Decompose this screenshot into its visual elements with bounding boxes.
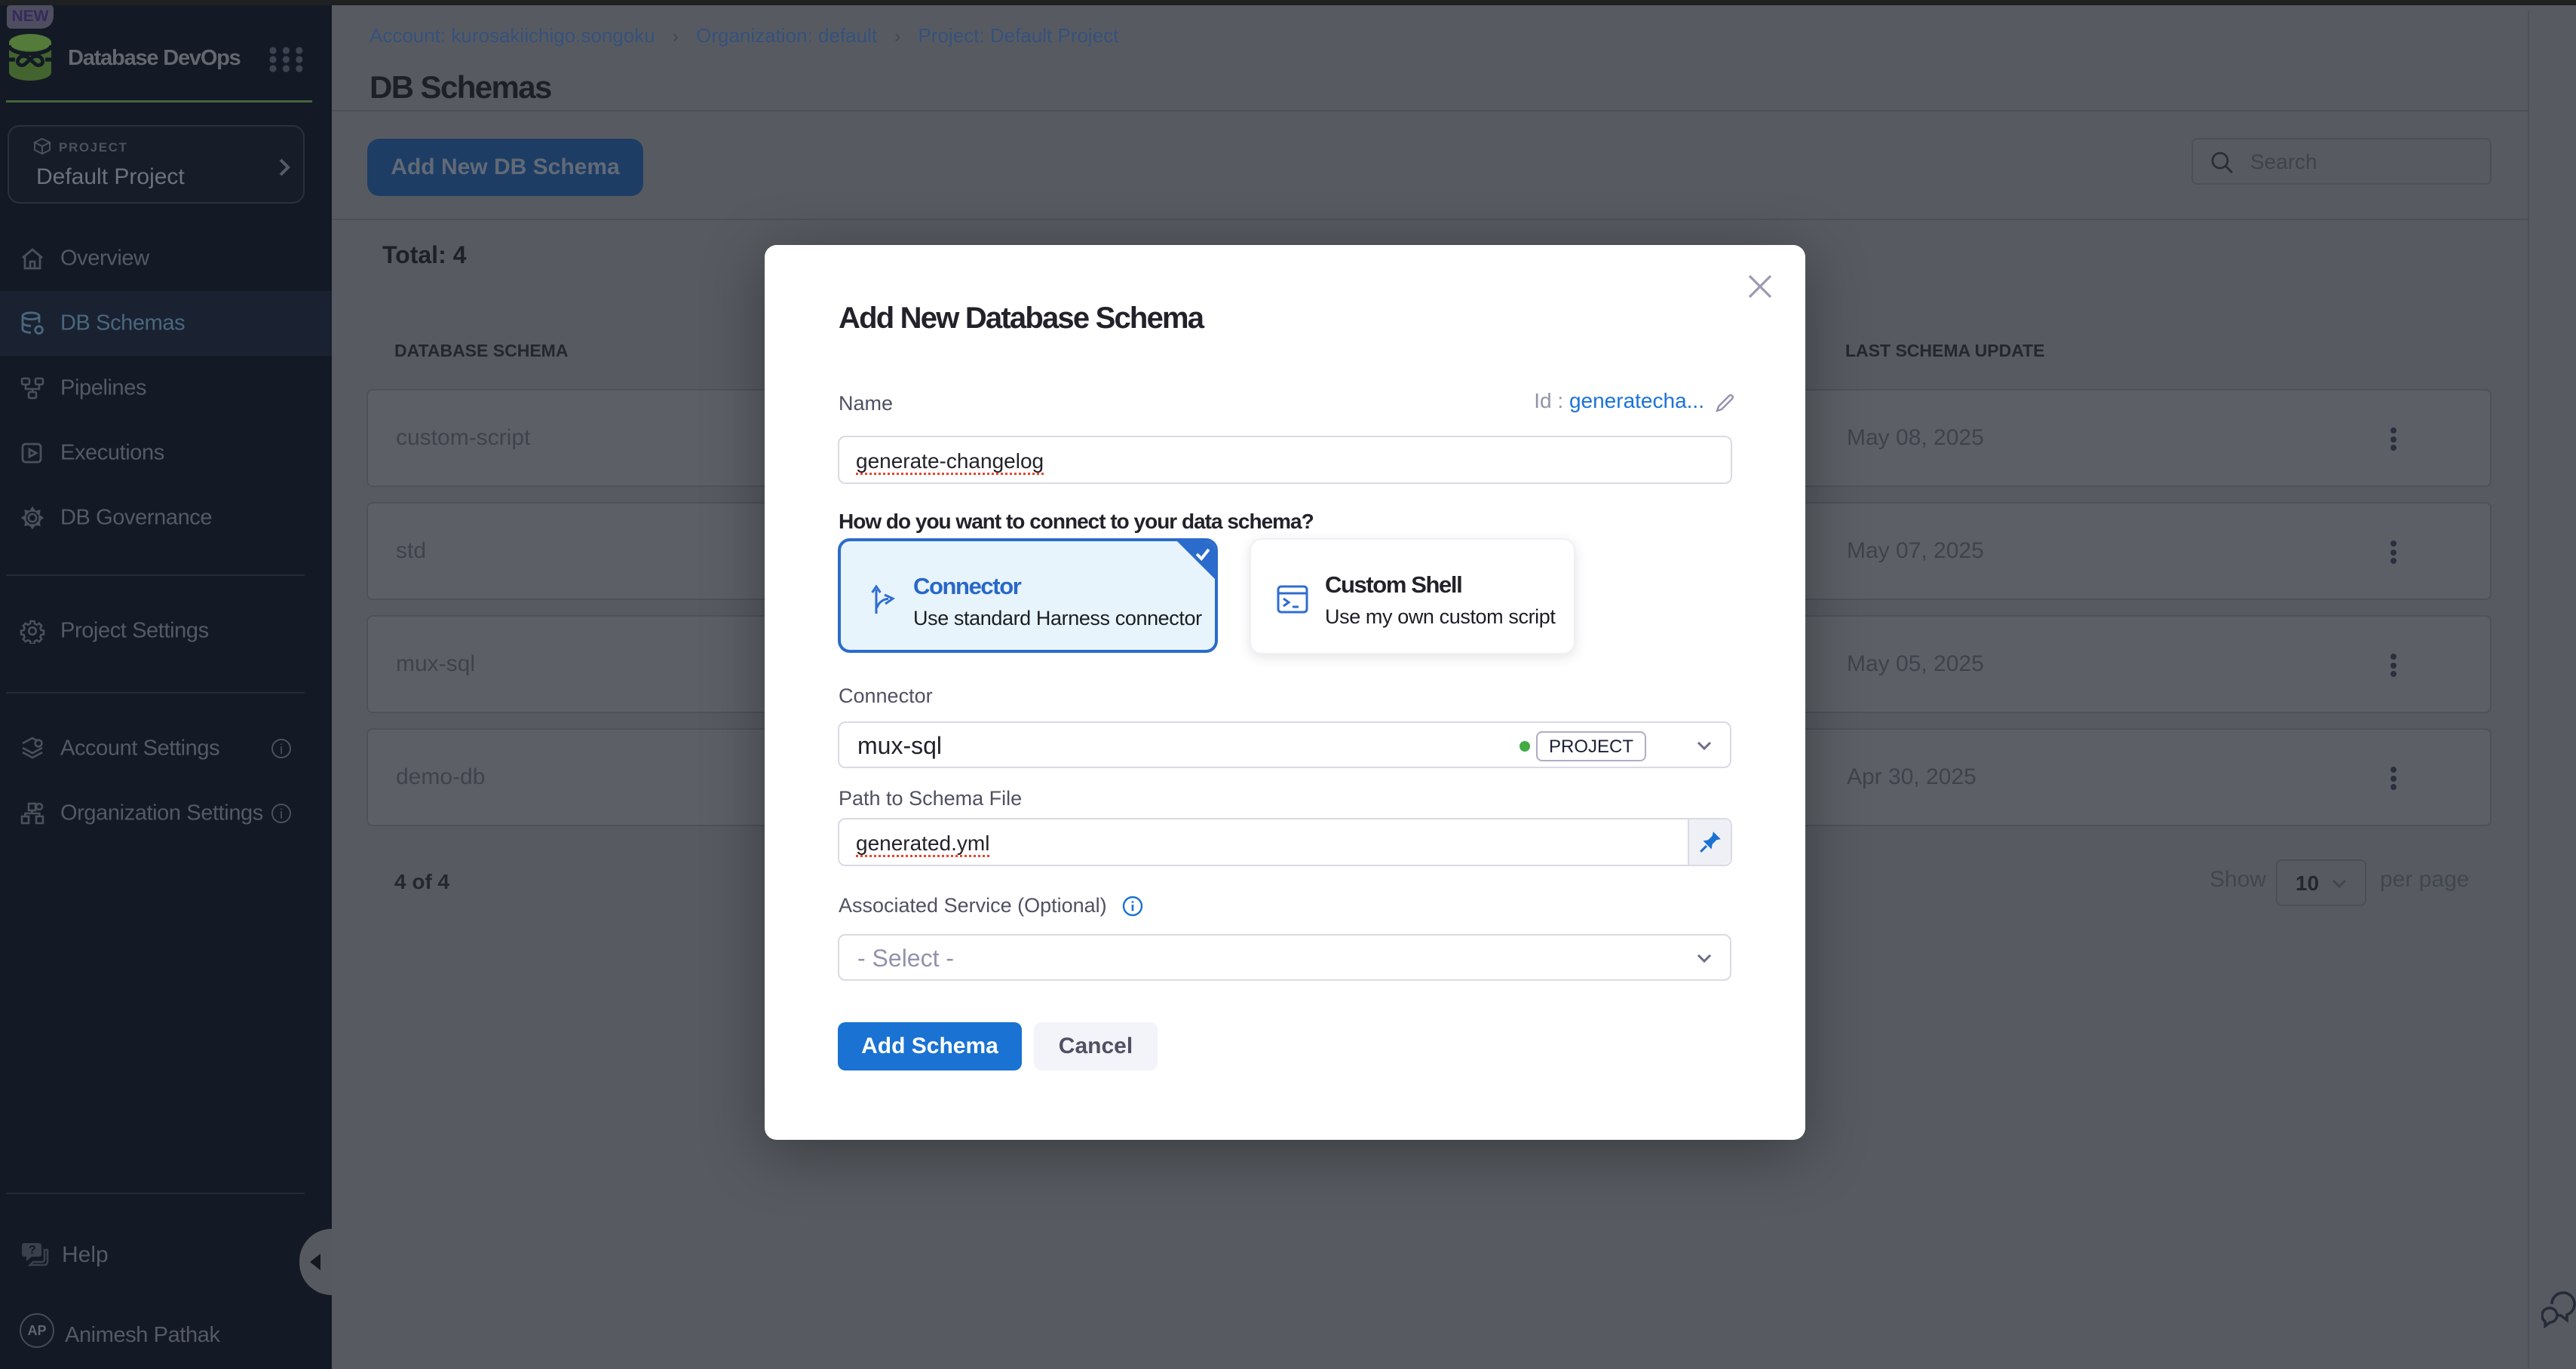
svg-text:?: ? xyxy=(29,1244,36,1257)
